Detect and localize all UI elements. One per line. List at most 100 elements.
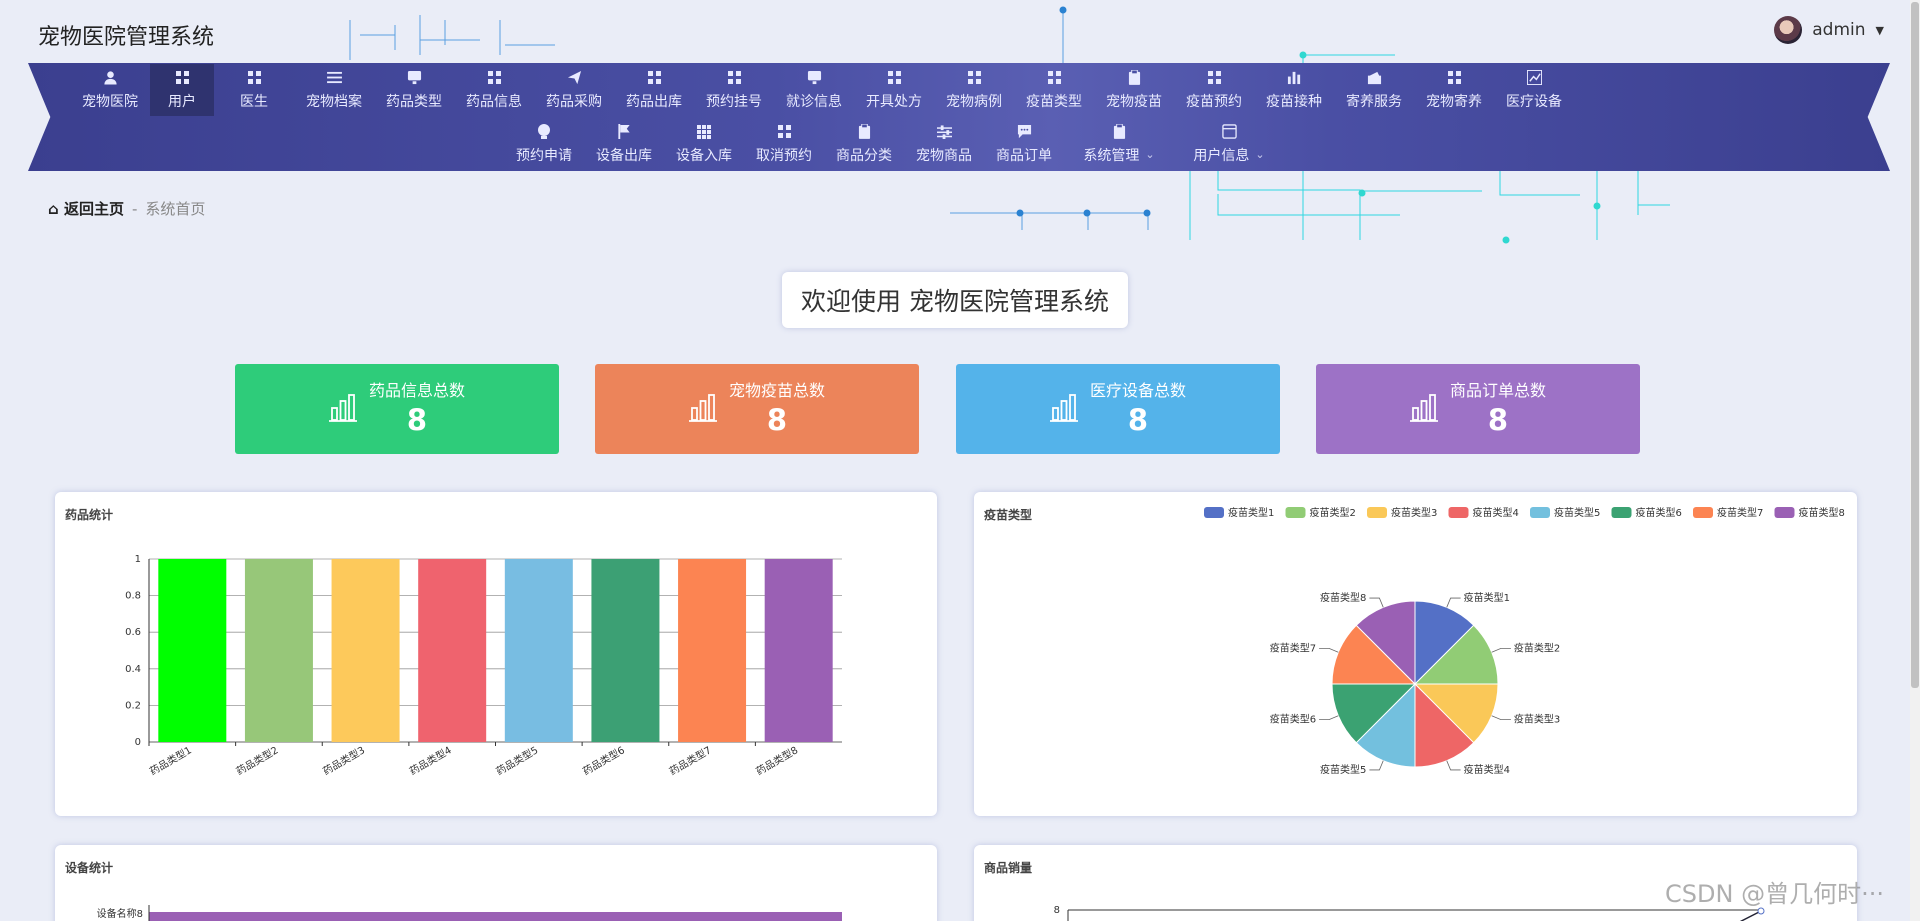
user-menu[interactable]: admin ▼ bbox=[1774, 16, 1884, 44]
pie-label-line bbox=[1319, 715, 1339, 720]
grid-icon bbox=[246, 70, 262, 86]
pie-label: 疫苗类型7 bbox=[1270, 641, 1316, 654]
window-icon bbox=[1221, 124, 1237, 140]
pie-label: 疫苗类型6 bbox=[1270, 713, 1316, 726]
stat-label: 药品信息总数 bbox=[368, 381, 465, 400]
grid-icon bbox=[174, 70, 190, 86]
legend-label[interactable]: 疫苗类型1 bbox=[1228, 506, 1274, 519]
legend-swatch[interactable] bbox=[1204, 507, 1224, 518]
legend-swatch[interactable] bbox=[1530, 507, 1550, 518]
nav-item-p-4[interactable]: 宠物档案 bbox=[294, 64, 374, 116]
nav-item-s-1[interactable]: 预约申请 bbox=[504, 118, 584, 170]
nav-item-p-11[interactable]: 开具处方 bbox=[854, 64, 934, 116]
device-bar bbox=[149, 912, 842, 921]
nav-item-p-10[interactable]: 就诊信息 bbox=[774, 64, 854, 116]
nav-item-label: 开具处方 bbox=[866, 93, 922, 110]
legend-label[interactable]: 疫苗类型6 bbox=[1636, 506, 1682, 519]
grid-icon bbox=[776, 124, 792, 140]
nav-row-primary: 宠物医院 用户 医生 宠物档案 药品类型 药品信息 药品采购 药品出库 预约挂号 就诊信息 开具处方… bbox=[70, 64, 1574, 116]
monitor-icon bbox=[406, 70, 422, 86]
x-tick-label: 药品类型5 bbox=[494, 743, 541, 777]
clipboard-icon bbox=[1126, 70, 1142, 86]
grid-icon bbox=[966, 70, 982, 86]
y-tick-label: 8 bbox=[1054, 905, 1060, 916]
clipboard-icon bbox=[856, 124, 872, 140]
nav-item-label: 设备出库 bbox=[596, 147, 652, 164]
x-tick-label: 药品类型8 bbox=[754, 743, 801, 777]
nav-item-label: 系统管理 bbox=[1083, 147, 1140, 164]
nav-item-p-6[interactable]: 药品信息 bbox=[454, 64, 534, 116]
nav-item-label: 用户信息 bbox=[1193, 147, 1250, 164]
bar-1 bbox=[158, 559, 227, 742]
avatar[interactable] bbox=[1774, 16, 1803, 44]
nav-item-p-5[interactable]: 药品类型 bbox=[374, 64, 454, 116]
page-scrollbar[interactable] bbox=[1910, 0, 1920, 921]
bar-chart-icon bbox=[1286, 70, 1302, 86]
stat-value: 8 bbox=[1127, 403, 1149, 437]
legend-swatch[interactable] bbox=[1367, 507, 1387, 518]
pie-label-line bbox=[1369, 597, 1384, 608]
nav-item-p-8[interactable]: 药品出库 bbox=[614, 64, 694, 116]
nav-item-s-6[interactable]: 宠物商品 bbox=[904, 118, 984, 170]
nav-item-s-8[interactable]: 系统管理 ⌄ bbox=[1064, 118, 1174, 170]
stat-value: 8 bbox=[1487, 403, 1509, 437]
y-tick-label: 0 bbox=[135, 737, 141, 748]
legend-label[interactable]: 疫苗类型5 bbox=[1554, 506, 1600, 519]
nav-row-secondary: 预约申请 设备出库 设备入库 取消预约 商品分类 宠物商品 商品订单 系统管理 ⌄ 用户信息 ⌄ bbox=[504, 118, 1284, 170]
sales-line bbox=[1739, 910, 1762, 921]
nav-item-p-19[interactable]: 医疗设备 bbox=[1494, 64, 1574, 116]
nav-item-s-7[interactable]: 商品订单 bbox=[984, 118, 1064, 170]
nav-item-s-5[interactable]: 商品分类 bbox=[824, 118, 904, 170]
stat-value: 8 bbox=[406, 403, 428, 437]
scrollbar-thumb[interactable] bbox=[1911, 2, 1919, 688]
bulb-icon bbox=[536, 123, 552, 140]
nav-item-p-18[interactable]: 宠物寄养 bbox=[1414, 64, 1494, 116]
legend-label[interactable]: 疫苗类型4 bbox=[1473, 506, 1519, 519]
legend-swatch[interactable] bbox=[1285, 507, 1306, 518]
legend-swatch[interactable] bbox=[1693, 507, 1713, 518]
nav-item-p-13[interactable]: 疫苗类型 bbox=[1014, 64, 1094, 116]
nav-item-s-9[interactable]: 用户信息 ⌄ bbox=[1174, 118, 1284, 170]
nav-item-p-17[interactable]: 寄养服务 bbox=[1334, 64, 1414, 116]
nav-item-s-2[interactable]: 设备出库 bbox=[584, 118, 664, 170]
stat-label: 医疗设备总数 bbox=[1089, 381, 1186, 400]
legend-label[interactable]: 疫苗类型8 bbox=[1799, 506, 1845, 519]
legend-label[interactable]: 疫苗类型2 bbox=[1310, 506, 1356, 519]
nav-item-p-1[interactable]: 宠物医院 bbox=[70, 64, 150, 116]
pie-label: 疫苗类型2 bbox=[1514, 641, 1560, 654]
vaccine-type-panel: 疫苗类型 疫苗类型1 疫苗类型2 疫苗类型3 疫苗类型4 疫苗类型5 疫苗类型6 疫苗类型7… bbox=[974, 492, 1857, 816]
user-name[interactable]: admin bbox=[1812, 20, 1865, 40]
nav-item-label: 商品订单 bbox=[996, 147, 1052, 164]
nav-item-label: 药品信息 bbox=[466, 93, 522, 110]
legend-swatch[interactable] bbox=[1774, 507, 1795, 518]
caret-down-icon[interactable]: ▼ bbox=[1876, 24, 1884, 37]
legend-label[interactable]: 疫苗类型7 bbox=[1717, 506, 1763, 519]
nav-item-p-16[interactable]: 疫苗接种 bbox=[1254, 64, 1334, 116]
vaccine-pie-chart: 疫苗类型1 疫苗类型2 疫苗类型3 疫苗类型4 疫苗类型5 疫苗类型6 疫苗类型7 疫苗类型8… bbox=[1204, 506, 1845, 776]
watermark: CSDN @曾几何时··· bbox=[1665, 880, 1884, 908]
top-bar: 宠物医院管理系统 admin ▼ bbox=[0, 0, 1920, 64]
legend-swatch[interactable] bbox=[1611, 507, 1632, 518]
nav-item-s-3[interactable]: 设备入库 bbox=[664, 118, 744, 170]
nav-item-label: 预约挂号 bbox=[706, 93, 762, 110]
nav-item-p-9[interactable]: 预约挂号 bbox=[694, 64, 774, 116]
stat-value: 8 bbox=[766, 403, 788, 437]
nav-item-s-4[interactable]: 取消预约 bbox=[744, 118, 824, 170]
nav-item-p-7[interactable]: 药品采购 bbox=[534, 64, 614, 116]
wallet-icon bbox=[1366, 70, 1382, 86]
nav-item-p-14[interactable]: 宠物疫苗 bbox=[1094, 64, 1174, 116]
legend-label[interactable]: 疫苗类型3 bbox=[1391, 506, 1437, 519]
nav-item-p-12[interactable]: 宠物病例 bbox=[934, 64, 1014, 116]
sliders-icon bbox=[936, 124, 952, 140]
chevron-down-icon: ⌄ bbox=[1145, 148, 1155, 161]
nav-item-p-3[interactable]: 医生 bbox=[214, 64, 294, 116]
nav-item-p-15[interactable]: 疫苗预约 bbox=[1174, 64, 1254, 116]
bar-3 bbox=[331, 559, 400, 742]
breadcrumb-home-link[interactable]: ⌂ 返回主页 bbox=[48, 198, 124, 219]
nav-item-label: 药品类型 bbox=[386, 93, 442, 110]
y-tick-label: 0.8 bbox=[125, 591, 141, 602]
x-tick-label: 药品类型7 bbox=[667, 743, 714, 777]
legend-swatch[interactable] bbox=[1448, 507, 1469, 518]
line-chart-icon bbox=[1526, 70, 1542, 86]
nav-item-p-2[interactable]: 用户 bbox=[150, 64, 214, 116]
